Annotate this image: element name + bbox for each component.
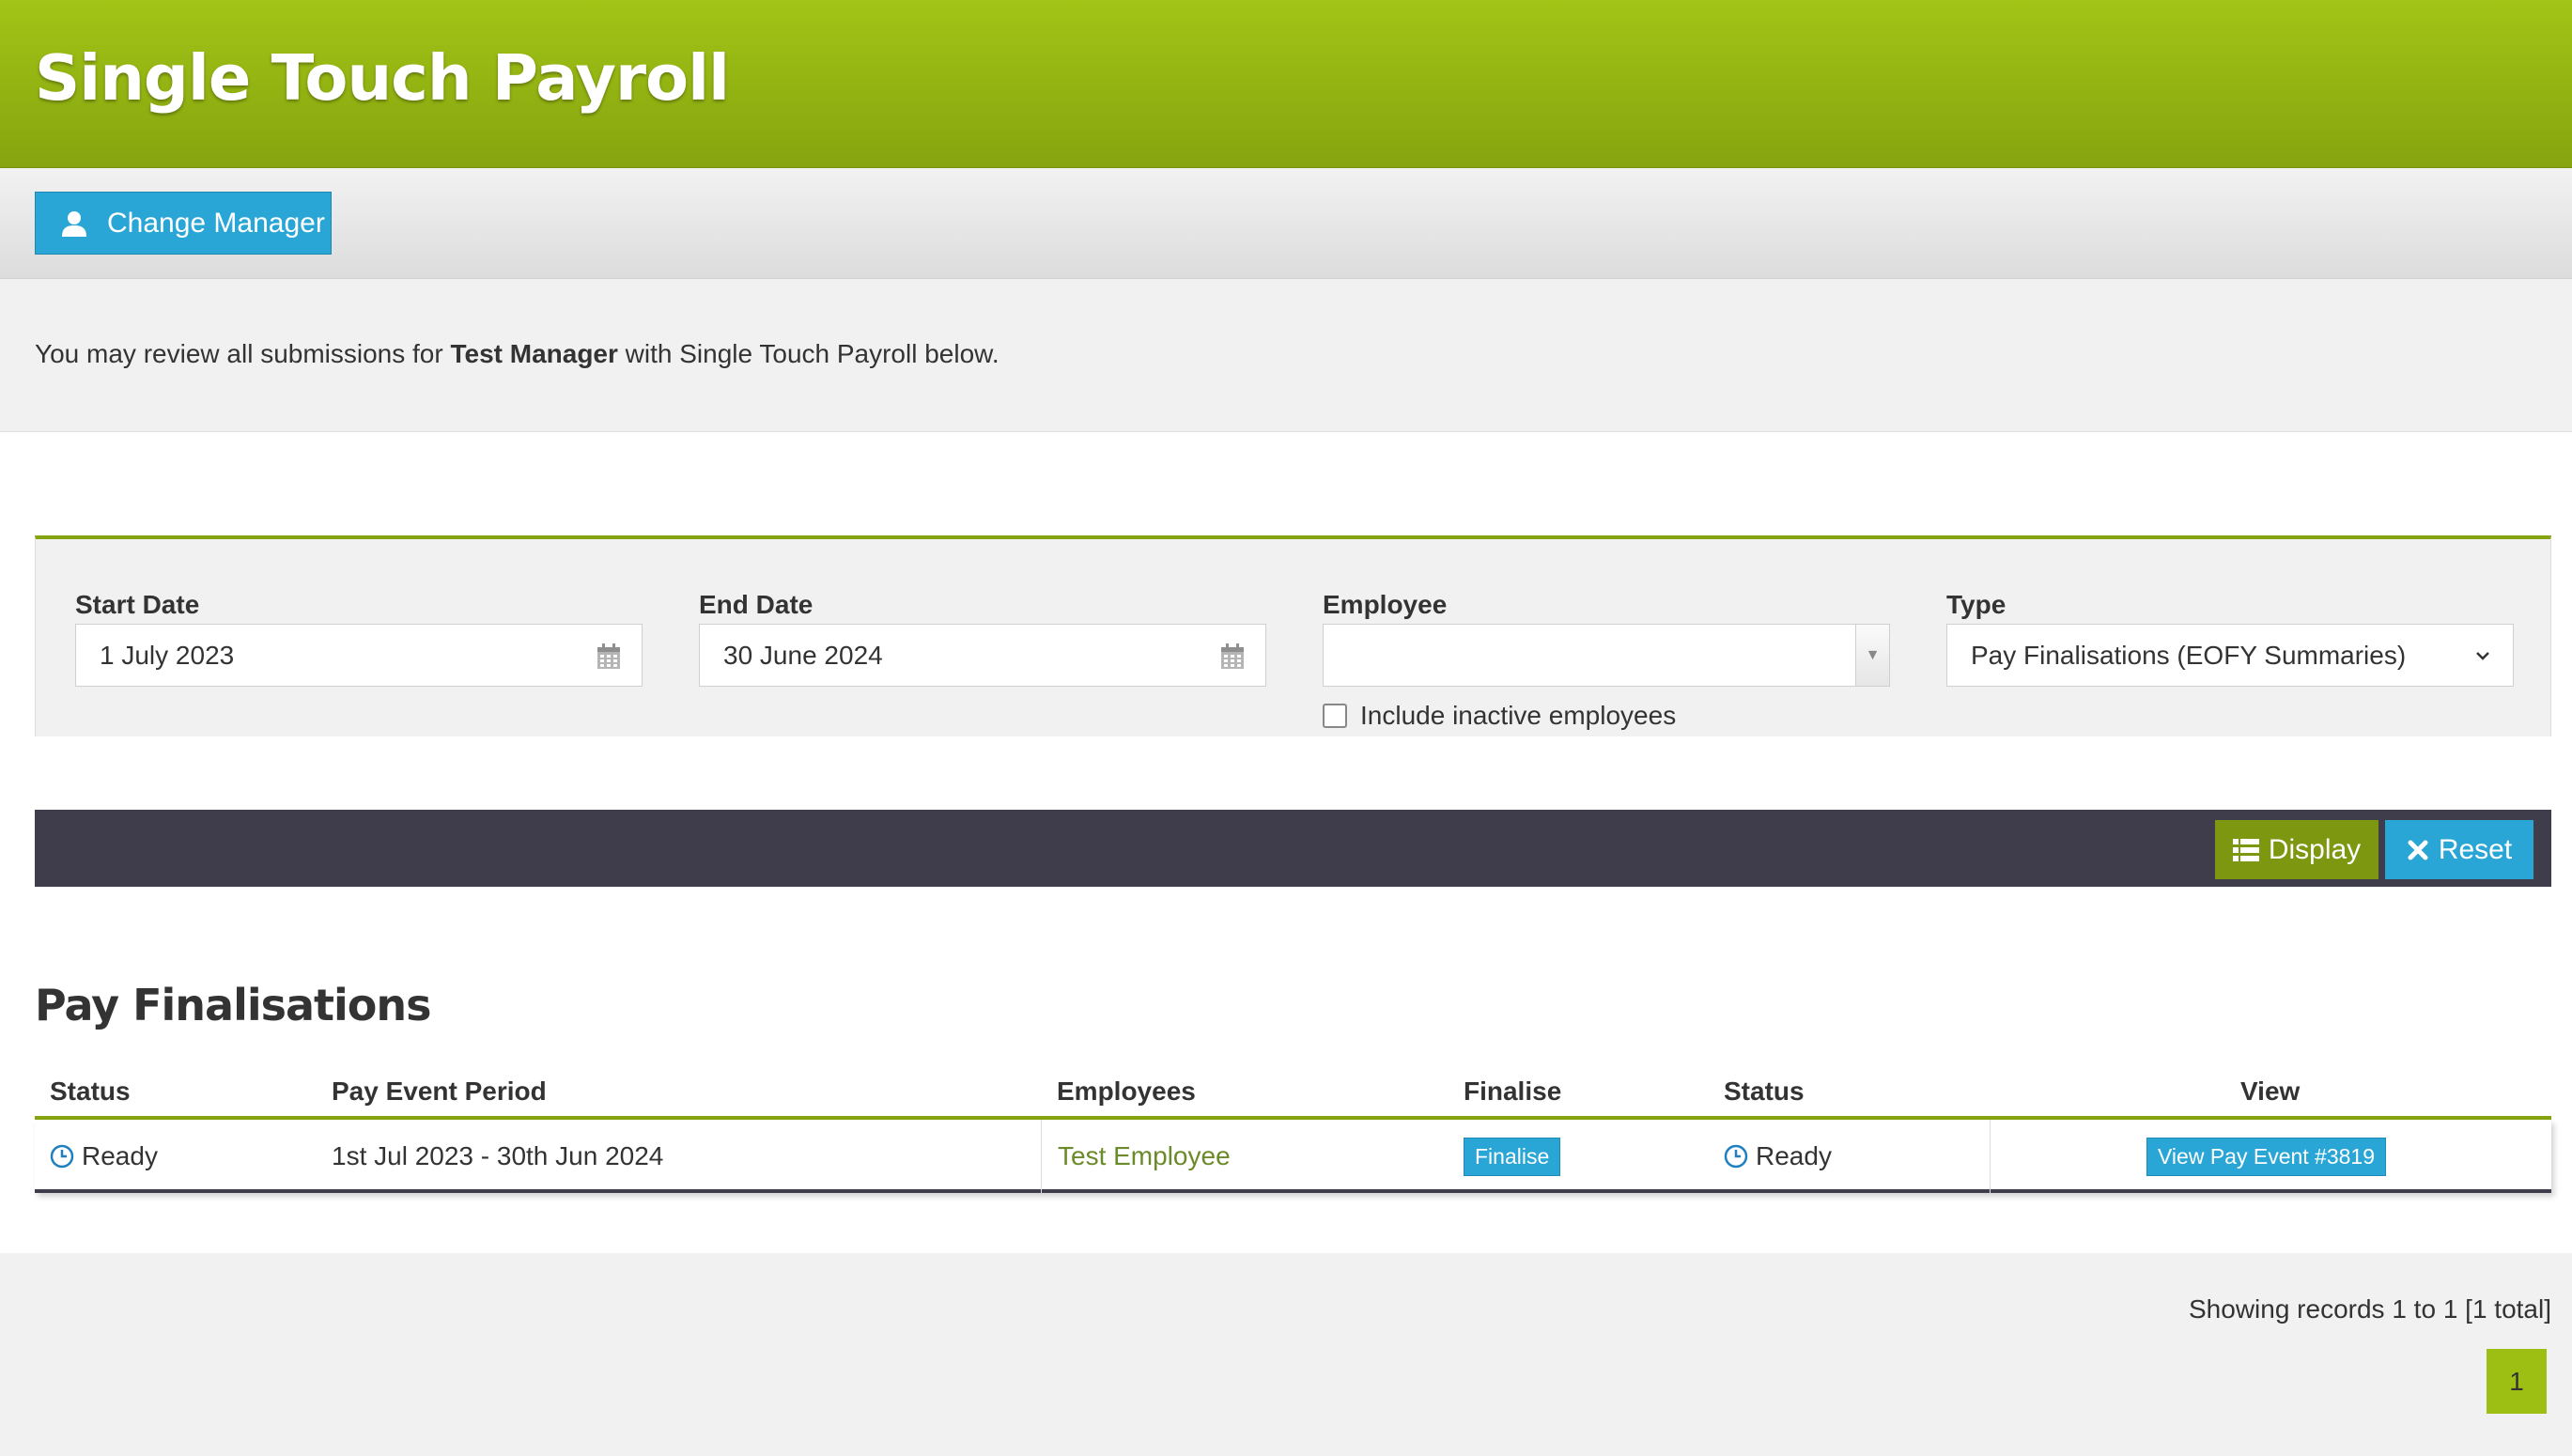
view-pay-event-button[interactable]: View Pay Event #3819 [2146,1137,2387,1176]
include-inactive-label: Include inactive employees [1360,701,1677,730]
pagination-page-button[interactable]: 1 [2487,1349,2547,1414]
filter-panel: Start Date 1 July 2023 End Date 30 June … [35,535,2551,736]
toolbar: Change Manager [0,168,2572,279]
info-panel: You may review all submissions for Test … [0,279,2572,432]
column-header[interactable]: View [2240,1077,2300,1107]
main-content: Start Date 1 July 2023 End Date 30 June … [0,432,2572,1253]
table-header-row: Status Pay Event Period Employees Finali… [35,1063,2551,1120]
clock-icon [1724,1144,1748,1169]
column-divider [1041,1120,1042,1193]
user-icon [62,210,86,237]
page-header: Single Touch Payroll [0,0,2572,168]
start-date-input[interactable]: 1 July 2023 [75,624,643,687]
employee-link[interactable]: Test Employee [1058,1141,1231,1171]
page-title: Single Touch Payroll [35,41,730,115]
clock-icon [50,1144,74,1169]
start-date-label: Start Date [75,590,200,619]
info-text: You may review all submissions for Test … [35,339,999,369]
include-inactive-toggle[interactable]: Include inactive employees [1323,701,1676,731]
chevron-down-icon [2476,652,2489,660]
column-header[interactable]: Employees [1057,1077,1196,1107]
finalise-cell: Finalise [1464,1120,1561,1193]
change-manager-button[interactable]: Change Manager [35,192,332,255]
start-date-value: 1 July 2023 [100,640,235,670]
reset-button[interactable]: Reset [2385,820,2533,879]
end-date-label: End Date [699,590,813,619]
filter-action-bar: Display Reset [35,810,2551,887]
end-date-input[interactable]: 30 June 2024 [699,624,1266,687]
manager-name: Test Manager [450,339,618,368]
column-header[interactable]: Status [50,1077,131,1107]
column-header[interactable]: Pay Event Period [332,1077,547,1107]
status-cell: Ready [50,1120,158,1193]
status-text: Ready [1756,1141,1832,1170]
column-header[interactable]: Status [1724,1077,1805,1107]
calendar-icon[interactable] [597,643,621,670]
column-header[interactable]: Finalise [1464,1077,1561,1107]
table-row: Ready 1st Jul 2023 - 30th Jun 2024 Test … [35,1120,2551,1193]
include-inactive-checkbox[interactable] [1323,704,1347,728]
close-icon [2408,840,2428,860]
column-divider [1990,1120,1991,1193]
info-prefix: You may review all submissions for [35,339,451,368]
view-cell: View Pay Event #3819 [2146,1120,2387,1193]
employee-label: Employee [1323,590,1448,619]
display-button[interactable]: Display [2215,820,2378,879]
finalise-button[interactable]: Finalise [1464,1137,1561,1176]
calendar-icon[interactable] [1220,643,1245,670]
type-select[interactable]: Pay Finalisations (EOFY Summaries) [1946,624,2514,687]
section-title: Pay Finalisations [35,980,432,1030]
end-date-value: 30 June 2024 [723,640,883,670]
change-manager-label: Change Manager [107,207,325,239]
type-value: Pay Finalisations (EOFY Summaries) [1971,640,2407,670]
type-label: Type [1946,590,2006,619]
display-label: Display [2268,833,2362,865]
period-cell: 1st Jul 2023 - 30th Jun 2024 [332,1141,664,1170]
caret-down-icon[interactable]: ▼ [1855,625,1889,686]
status-cell: Ready [1724,1120,1832,1193]
list-icon [2232,838,2259,861]
records-summary: Showing records 1 to 1 [1 total] [2189,1294,2551,1324]
info-suffix: with Single Touch Payroll below. [617,339,999,368]
reset-label: Reset [2438,833,2513,865]
pay-finalisations-table: Status Pay Event Period Employees Finali… [35,1063,2551,1193]
status-text: Ready [82,1141,158,1170]
employee-cell: Test Employee [1058,1120,1231,1193]
employee-select[interactable]: ▼ [1323,624,1890,687]
